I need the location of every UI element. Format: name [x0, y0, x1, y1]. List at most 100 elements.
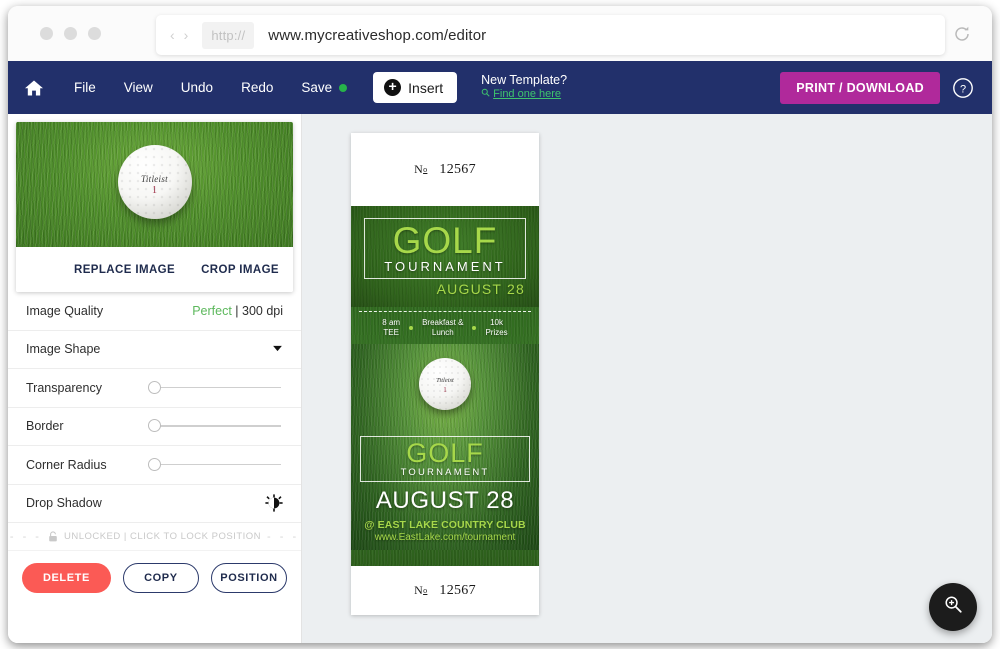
- ticket-bottom-number: No 12567: [414, 582, 476, 599]
- save-label[interactable]: Save: [299, 80, 339, 95]
- protocol-chip: http://: [202, 21, 255, 49]
- menu-item-save[interactable]: Save: [287, 80, 359, 95]
- ticket-ball-number: 1: [443, 386, 447, 395]
- back-icon[interactable]: ‹: [170, 28, 175, 42]
- object-action-buttons: DELETE COPY POSITION: [8, 551, 301, 593]
- window-minimize-button[interactable]: [64, 27, 77, 40]
- menu-item-undo[interactable]: Undo: [167, 80, 227, 95]
- lock-bar-dashes-right: - - -: [267, 530, 300, 543]
- zoom-in-button[interactable]: [929, 583, 977, 631]
- numero-symbol-top: No: [414, 162, 428, 176]
- ticket-bottom-stub[interactable]: No 12567: [351, 566, 539, 615]
- svg-text:?: ?: [960, 83, 966, 95]
- search-icon: [481, 88, 490, 102]
- transparency-slider-knob[interactable]: [148, 380, 161, 394]
- corner-radius-slider-knob[interactable]: [148, 457, 161, 471]
- zoom-in-icon: [943, 594, 964, 620]
- lock-position-bar[interactable]: - - - UNLOCKED | CLICK TO LOCK POSITION …: [8, 523, 301, 551]
- help-icon[interactable]: ?: [952, 77, 974, 99]
- border-label: Border: [26, 419, 64, 434]
- corner-radius-slider[interactable]: [148, 457, 283, 472]
- ticket-design[interactable]: No 12567 GOLF TOURNAMENT AUGUST 28 8 am …: [351, 133, 539, 615]
- image-thumbnail: Titleist 1: [16, 122, 293, 247]
- browser-nav-arrows: ‹ ›: [170, 28, 188, 42]
- property-row-border: Border: [8, 408, 301, 446]
- browser-chrome-bar: ‹ › http:// www.mycreativeshop.com/edito…: [8, 6, 992, 61]
- ticket-header-date: AUGUST 28: [436, 281, 525, 298]
- ticket-feature-strip: 8 am TEE Breakfast & Lunch 10k Prizes: [351, 312, 539, 343]
- replace-image-button[interactable]: REPLACE IMAGE: [74, 264, 175, 276]
- property-row-drop-shadow: Drop Shadow: [8, 485, 301, 523]
- ticket-lower-title: GOLF: [406, 438, 484, 469]
- property-row-image-shape[interactable]: Image Shape: [8, 331, 301, 369]
- transparency-slider[interactable]: [148, 380, 283, 395]
- lock-bar-dashes-left: - - -: [9, 530, 42, 543]
- design-canvas[interactable]: No 12567 GOLF TOURNAMENT AUGUST 28 8 am …: [302, 114, 992, 643]
- ball-number-label: 1: [152, 185, 157, 197]
- drop-shadow-label: Drop Shadow: [26, 496, 102, 511]
- ticket-lower-title-box: GOLF TOURNAMENT: [360, 436, 530, 482]
- menu-item-redo[interactable]: Redo: [227, 80, 287, 95]
- insert-button[interactable]: + Insert: [373, 72, 458, 103]
- property-row-corner-radius: Corner Radius: [8, 446, 301, 485]
- menu-item-file[interactable]: File: [60, 80, 110, 95]
- lock-bar-label: UNLOCKED | CLICK TO LOCK POSITION: [63, 531, 262, 542]
- home-icon[interactable]: [24, 78, 44, 98]
- chevron-down-icon[interactable]: [272, 344, 283, 354]
- crop-image-button[interactable]: CROP IMAGE: [201, 264, 279, 276]
- ticket-lower-subtitle: TOURNAMENT: [400, 467, 490, 478]
- border-slider-knob[interactable]: [148, 419, 161, 433]
- ticket-main-body: GOLF TOURNAMENT AUGUST 28 8 am TEE Break…: [351, 206, 539, 566]
- feature-meal-line1: Breakfast &: [422, 318, 464, 327]
- menu-item-view[interactable]: View: [110, 80, 167, 95]
- find-template-link[interactable]: Find one here: [481, 88, 567, 102]
- ticket-venue: @ EAST LAKE COUNTRY CLUB: [364, 519, 526, 531]
- reload-icon[interactable]: [952, 24, 972, 44]
- border-slider-track: [158, 425, 281, 427]
- ticket-top-stub[interactable]: No 12567: [351, 133, 539, 206]
- print-download-button[interactable]: PRINT / DOWNLOAD: [780, 71, 940, 104]
- ticket-golf-ball-graphic: Titleist 1: [419, 358, 471, 410]
- ticket-ball-brand: Titleist: [436, 376, 454, 384]
- numero-symbol-bottom: No: [414, 583, 428, 597]
- insert-button-label: Insert: [408, 79, 444, 96]
- ticket-lower-date: AUGUST 28: [375, 487, 515, 514]
- image-properties-sidebar: Titleist 1 REPLACE IMAGE CROP IMAGE Imag…: [8, 114, 302, 643]
- image-preview-card: Titleist 1 REPLACE IMAGE CROP IMAGE: [16, 122, 293, 292]
- feature-tee-line1: 8 am: [382, 318, 401, 327]
- url-text[interactable]: www.mycreativeshop.com/editor: [268, 27, 486, 44]
- new-template-title: New Template?: [481, 72, 568, 87]
- feature-separator-dot: [409, 326, 414, 330]
- ticket-photo-block[interactable]: Titleist 1 GOLF TOURNAMENT AUGUST 28 @ E…: [351, 344, 539, 550]
- feature-separator-dot: [472, 326, 477, 330]
- delete-button[interactable]: DELETE: [22, 563, 111, 593]
- app-navbar: File View Undo Redo Save + Insert New Te…: [8, 61, 992, 114]
- corner-radius-slider-track: [158, 463, 281, 466]
- border-slider[interactable]: [148, 419, 283, 433]
- golf-ball-graphic: Titleist 1: [117, 144, 192, 219]
- feature-item-meal: Breakfast & Lunch: [422, 318, 463, 338]
- new-template-block: New Template? Find one here: [481, 73, 567, 102]
- image-action-bar: REPLACE IMAGE CROP IMAGE: [16, 247, 293, 292]
- forward-icon[interactable]: ›: [184, 28, 189, 42]
- ticket-header-subtitle: TOURNAMENT: [384, 259, 506, 275]
- window-maximize-button[interactable]: [88, 27, 101, 40]
- url-bar[interactable]: ‹ › http:// www.mycreativeshop.com/edito…: [156, 15, 945, 55]
- lock-icon: [48, 531, 58, 542]
- image-quality-value: Perfect | 300 dpi: [192, 304, 283, 318]
- find-template-label: Find one here: [493, 88, 562, 101]
- browser-window: ‹ › http:// www.mycreativeshop.com/edito…: [8, 6, 992, 643]
- property-row-image-quality: Image Quality Perfect | 300 dpi: [8, 292, 301, 331]
- copy-button[interactable]: COPY: [122, 563, 199, 593]
- window-close-button[interactable]: [40, 27, 53, 40]
- feature-item-tee: 8 am TEE: [382, 318, 400, 338]
- feature-tee-line2: TEE: [383, 328, 399, 337]
- feature-prizes-line2: Prizes: [485, 328, 508, 337]
- position-button[interactable]: POSITION: [210, 563, 287, 593]
- window-traffic-lights: [40, 27, 101, 40]
- ticket-top-number-value: 12567: [439, 162, 476, 177]
- feature-item-prizes: 10k Prizes: [485, 318, 507, 338]
- image-quality-dpi: | 300 dpi: [231, 303, 283, 318]
- drop-shadow-toggle-icon[interactable]: [265, 494, 283, 512]
- transparency-label: Transparency: [26, 380, 102, 395]
